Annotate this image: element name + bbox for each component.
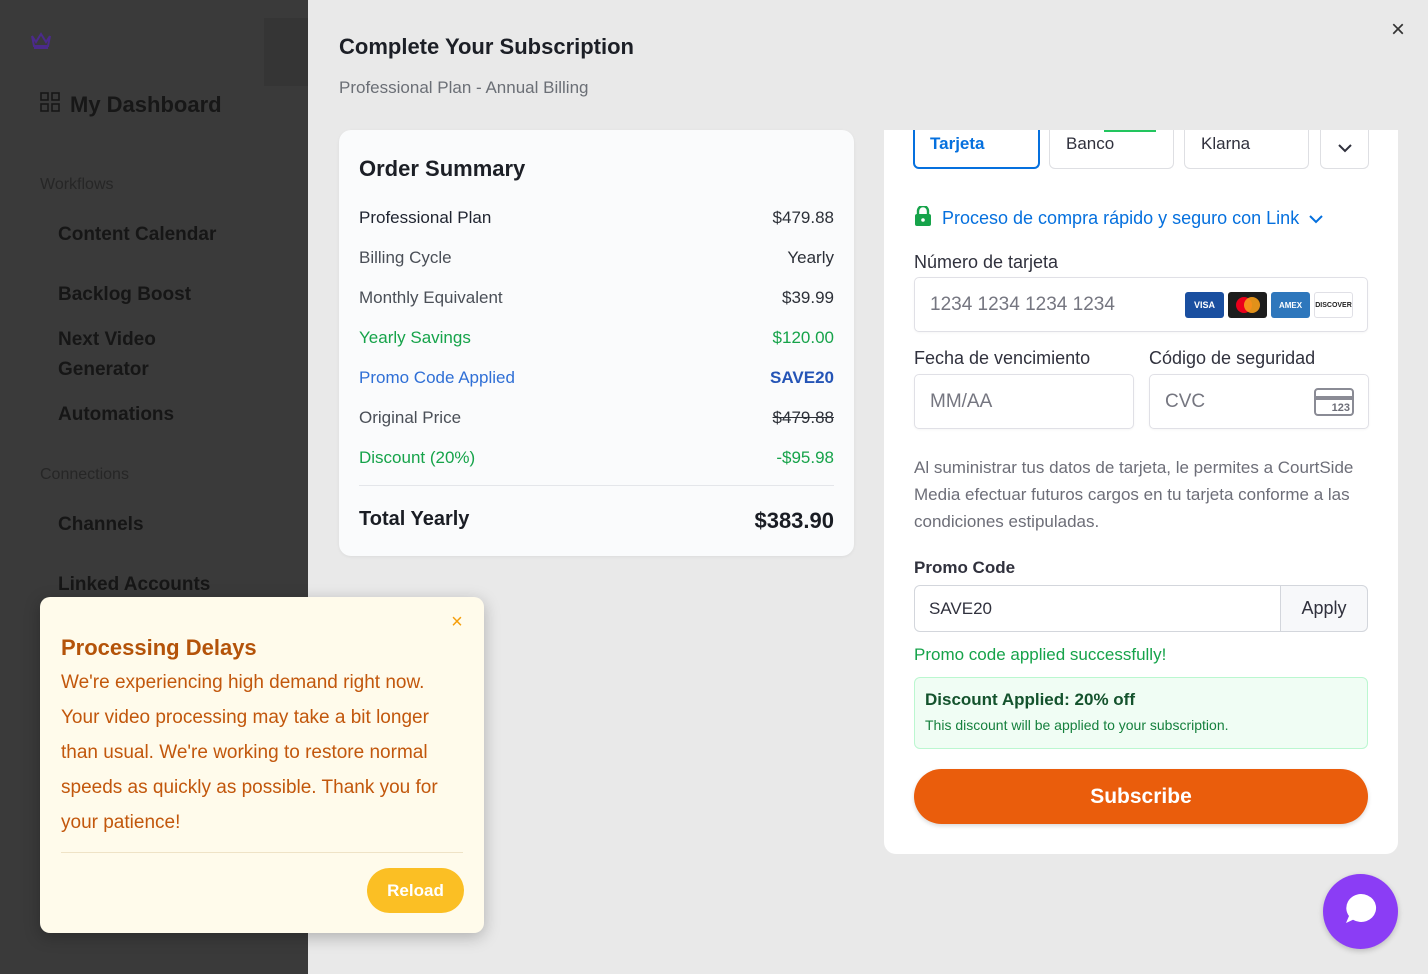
toast-divider — [61, 852, 463, 853]
order-row-value: $479.88 — [772, 208, 834, 227]
visa-icon: VISA — [1185, 292, 1224, 318]
order-row-label: Billing Cycle — [359, 248, 452, 267]
link-checkout-text: Proceso de compra rápido y seguro con Li… — [942, 208, 1300, 228]
discount-applied-box: Discount Applied: 20% off This discount … — [914, 677, 1368, 749]
sidebar-top-block — [264, 18, 308, 86]
apply-promo-button[interactable]: Apply — [1280, 585, 1368, 632]
amex-icon: AMEX — [1271, 292, 1310, 318]
order-row-value: $39.99 — [782, 288, 834, 307]
order-summary-card: Order Summary Professional Plan $479.88 … — [339, 130, 854, 556]
tab-tarjeta[interactable]: Tarjeta — [913, 130, 1040, 169]
processing-delays-toast: × Processing Delays We're experiencing h… — [40, 597, 484, 933]
card-brands: VISA AMEX DISCOVER — [1185, 292, 1353, 318]
discount-subtitle: This discount will be applied to your su… — [925, 717, 1229, 733]
order-row-value: $479.88 — [772, 408, 834, 427]
chevron-down-icon — [1337, 140, 1353, 158]
tab-banco[interactable]: Banco — [1049, 130, 1174, 169]
order-row-original-price: Original Price $479.88 — [359, 408, 834, 428]
reload-button[interactable]: Reload — [367, 868, 464, 913]
dashboard-label: My Dashboard — [70, 92, 222, 117]
tab-indicator — [1104, 130, 1156, 132]
expiry-label: Fecha de vencimiento — [914, 348, 1091, 368]
order-row-value: SAVE20 — [770, 368, 834, 387]
card-number-field[interactable]: 1234 1234 1234 1234 VISA AMEX DISCOVER — [914, 277, 1368, 332]
sidebar-item-backlog-boost[interactable]: Backlog Boost — [58, 280, 258, 310]
sidebar-section-workflows: Workflows — [40, 176, 114, 193]
order-row-label: Original Price — [359, 408, 462, 427]
order-row-value: Yearly — [787, 248, 834, 267]
dashboard-icon — [40, 92, 60, 118]
total-label: Total Yearly — [359, 508, 470, 530]
cvc-icon-text: 123 — [1331, 402, 1350, 414]
modal-title: Complete Your Subscription — [339, 34, 634, 59]
order-row-label: Promo Code Applied — [359, 368, 515, 387]
tab-label: Banco — [1066, 134, 1115, 153]
cvc-field[interactable]: CVC 123 — [1149, 374, 1369, 429]
sidebar-item-next-video-generator[interactable]: Next Video Generator — [58, 325, 208, 385]
sidebar-item-content-calendar[interactable]: Content Calendar — [58, 220, 258, 250]
cvc-card-stripe — [1316, 396, 1352, 400]
order-row-discount: Discount (20%) -$95.98 — [359, 448, 834, 468]
sidebar-item-channels[interactable]: Channels — [58, 510, 258, 540]
discover-icon: DISCOVER — [1314, 292, 1353, 318]
card-number-placeholder: 1234 1234 1234 1234 — [930, 293, 1115, 315]
card-number-label: Número de tarjeta — [914, 252, 1059, 272]
cvc-label: Código de seguridad — [1149, 348, 1316, 368]
sidebar-section-connections: Connections — [40, 466, 129, 483]
toast-body: We're experiencing high demand right now… — [61, 672, 438, 833]
order-divider — [359, 485, 834, 486]
promo-success-message: Promo code applied successfully! — [914, 645, 1167, 664]
cvc-card-icon: 123 — [1314, 388, 1354, 416]
modal-subtitle: Professional Plan - Annual Billing — [339, 78, 589, 97]
more-methods-button[interactable] — [1320, 130, 1369, 169]
payment-panel: Tarjeta Banco Klarna Proceso de compra r… — [884, 130, 1398, 854]
order-row-value: -$95.98 — [776, 448, 834, 467]
order-row-promo-code: Promo Code Applied SAVE20 — [359, 368, 834, 388]
order-row-label: Monthly Equivalent — [359, 288, 503, 307]
promo-code-label: Promo Code — [914, 558, 1016, 577]
tab-klarna[interactable]: Klarna — [1184, 130, 1309, 169]
order-row-value: $120.00 — [772, 328, 834, 347]
order-total: Total Yearly $383.90 — [359, 508, 834, 534]
chat-launcher-button[interactable] — [1323, 874, 1398, 949]
chevron-down-icon — [1309, 208, 1323, 229]
chat-bubble-icon — [1342, 890, 1380, 933]
crown-icon[interactable] — [30, 30, 52, 50]
cvc-placeholder: CVC — [1165, 390, 1206, 412]
mastercard-icon — [1228, 292, 1267, 318]
link-checkout-toggle[interactable]: Proceso de compra rápido y seguro con Li… — [914, 204, 1323, 231]
order-row-label: Professional Plan — [359, 208, 492, 227]
sidebar-item-linked-accounts[interactable]: Linked Accounts — [58, 570, 258, 600]
toast-title: Processing Delays — [61, 635, 257, 660]
order-row-yearly-savings: Yearly Savings $120.00 — [359, 328, 834, 348]
card-disclaimer: Al suministrar tus datos de tarjeta, le … — [914, 458, 1354, 531]
order-row-plan: Professional Plan $479.88 — [359, 208, 834, 228]
subscribe-button[interactable]: Subscribe — [914, 769, 1368, 824]
total-value: $383.90 — [754, 508, 834, 533]
promo-code-input[interactable]: SAVE20 — [914, 585, 1281, 632]
discount-title: Discount Applied: 20% off — [925, 690, 1135, 709]
order-row-billing-cycle: Billing Cycle Yearly — [359, 248, 834, 268]
sidebar-item-automations[interactable]: Automations — [58, 400, 258, 430]
order-row-label: Yearly Savings — [359, 328, 471, 347]
order-row-label: Discount (20%) — [359, 448, 476, 467]
close-icon[interactable]: × — [1386, 18, 1410, 42]
close-icon[interactable]: × — [448, 612, 466, 632]
expiry-field[interactable]: MM/AA — [914, 374, 1134, 429]
expiry-placeholder: MM/AA — [930, 390, 993, 412]
lock-icon — [914, 204, 932, 231]
sidebar-dashboard[interactable]: My Dashboard — [40, 92, 222, 118]
order-summary-heading: Order Summary — [359, 156, 526, 181]
order-row-monthly-equivalent: Monthly Equivalent $39.99 — [359, 288, 834, 308]
